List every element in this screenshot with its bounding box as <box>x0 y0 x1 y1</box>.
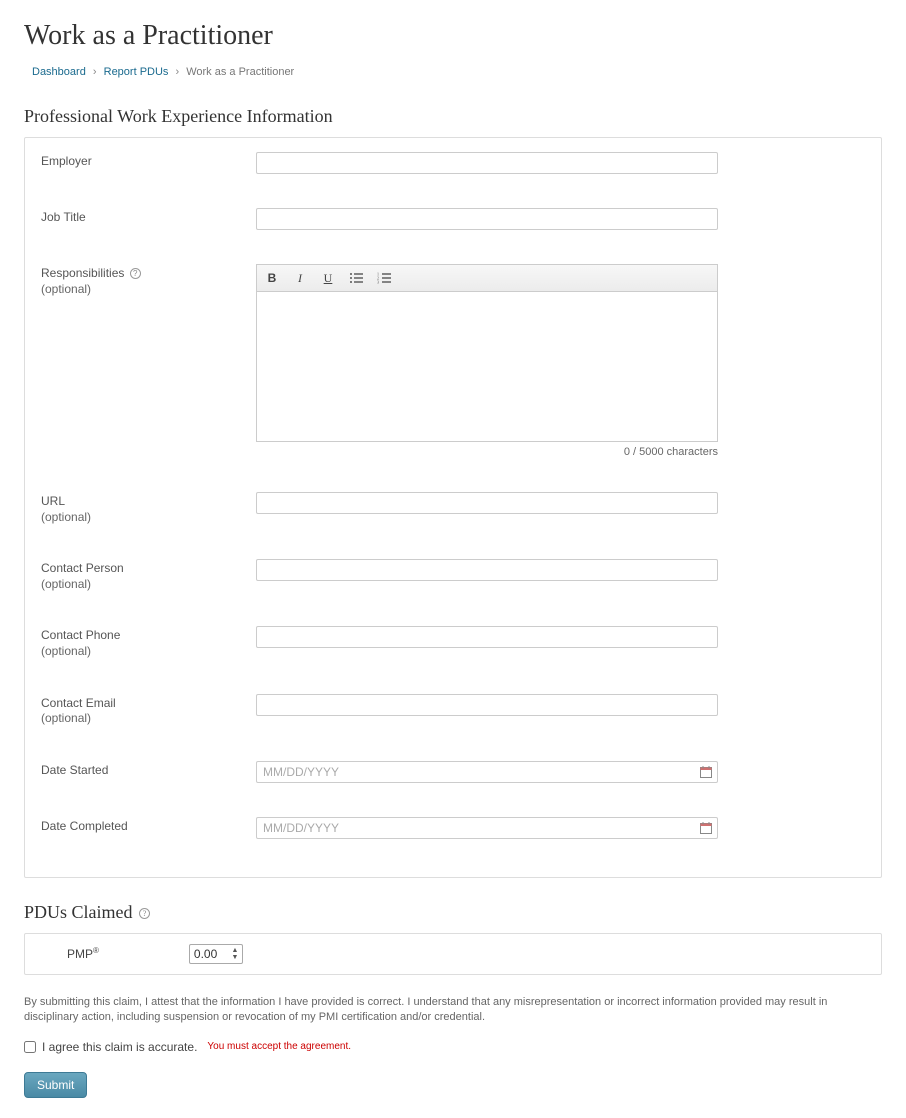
agreement-row: I agree this claim is accurate. You must… <box>24 1040 882 1054</box>
help-icon[interactable]: ? <box>130 268 141 279</box>
chevron-right-icon: › <box>93 66 97 78</box>
chevron-right-icon: › <box>175 66 179 78</box>
breadcrumb: Dashboard › Report PDUs › Work as a Prac… <box>24 66 882 78</box>
contact-email-input[interactable] <box>256 694 718 716</box>
job-title-label: Job Title <box>41 208 256 226</box>
section-title-pdus: PDUs Claimed ? <box>24 902 882 923</box>
pdus-cert-label: PMP® <box>41 946 99 961</box>
responsibilities-label: Responsibilities ? (optional) <box>41 264 256 297</box>
url-input[interactable] <box>256 492 718 514</box>
contact-person-input[interactable] <box>256 559 718 581</box>
contact-email-label: Contact Email (optional) <box>41 694 256 727</box>
breadcrumb-current: Work as a Practitioner <box>186 66 294 78</box>
job-title-input[interactable] <box>256 208 718 230</box>
bullet-list-button[interactable] <box>347 269 365 287</box>
contact-phone-label: Contact Phone (optional) <box>41 626 256 659</box>
employer-label: Employer <box>41 152 256 170</box>
pdus-panel: PMP® 0.00 ▲ ▼ <box>24 933 882 975</box>
underline-button[interactable]: U <box>319 269 337 287</box>
help-icon[interactable]: ? <box>139 908 150 919</box>
experience-panel: Employer Job Title Responsibilities ? (o… <box>24 137 882 878</box>
character-counter: 0 / 5000 characters <box>256 446 718 458</box>
submit-button[interactable]: Submit <box>24 1072 87 1098</box>
employer-input[interactable] <box>256 152 718 174</box>
url-label: URL (optional) <box>41 492 256 525</box>
pdus-value-stepper[interactable]: 0.00 ▲ ▼ <box>189 944 243 964</box>
date-completed-input[interactable] <box>256 817 718 839</box>
stepper-down-icon[interactable]: ▼ <box>230 954 240 961</box>
date-completed-label: Date Completed <box>41 817 256 835</box>
italic-button[interactable]: I <box>291 269 309 287</box>
breadcrumb-dashboard[interactable]: Dashboard <box>32 66 86 78</box>
svg-text:3: 3 <box>377 280 379 285</box>
date-started-label: Date Started <box>41 761 256 779</box>
agreement-error: You must accept the agreement. <box>207 1041 351 1052</box>
stepper-up-icon[interactable]: ▲ <box>230 947 240 954</box>
responsibilities-textarea[interactable] <box>256 292 718 442</box>
date-started-input[interactable] <box>256 761 718 783</box>
rte-toolbar: B I U 1 2 3 <box>256 264 718 292</box>
bold-button[interactable]: B <box>263 269 281 287</box>
contact-person-label: Contact Person (optional) <box>41 559 256 592</box>
page-title: Work as a Practitioner <box>24 20 882 52</box>
attestation-text: By submitting this claim, I attest that … <box>24 995 882 1026</box>
contact-phone-input[interactable] <box>256 626 718 648</box>
responsibilities-editor: B I U 1 2 3 <box>256 264 718 458</box>
breadcrumb-report-pdus[interactable]: Report PDUs <box>104 66 169 78</box>
pdus-value: 0.00 <box>194 947 217 961</box>
agreement-checkbox[interactable] <box>24 1041 36 1053</box>
numbered-list-button[interactable]: 1 2 3 <box>375 269 393 287</box>
agreement-label: I agree this claim is accurate. <box>42 1040 197 1054</box>
section-title-experience: Professional Work Experience Information <box>24 106 882 127</box>
